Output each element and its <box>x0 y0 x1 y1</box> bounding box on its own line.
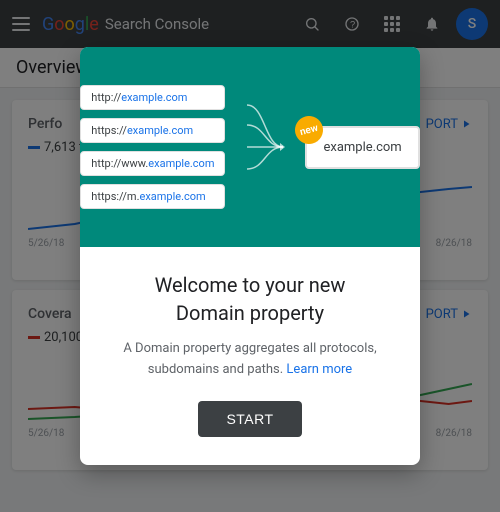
arrows-svg <box>245 92 285 202</box>
url-item-4: https://m.example.com <box>80 184 225 209</box>
domain-box-wrap: new example.com <box>305 126 419 169</box>
modal-illustration: http://example.com https://example.com h… <box>80 47 420 247</box>
domain-diagram: http://example.com https://example.com h… <box>80 85 419 209</box>
url-list: http://example.com https://example.com h… <box>80 85 225 209</box>
learn-more-link[interactable]: Learn more <box>286 362 352 377</box>
url-item-2: https://example.com <box>80 118 225 143</box>
modal-body: Welcome to your newDomain property A Dom… <box>80 247 420 465</box>
modal: http://example.com https://example.com h… <box>80 47 420 465</box>
start-button[interactable]: START <box>198 401 301 437</box>
modal-overlay: http://example.com https://example.com h… <box>0 0 500 512</box>
url-item-3: http://www.example.com <box>80 151 225 176</box>
url-item-1: http://example.com <box>80 85 225 110</box>
modal-title: Welcome to your newDomain property <box>104 271 396 327</box>
modal-description: A Domain property aggregates all protoco… <box>104 339 396 381</box>
